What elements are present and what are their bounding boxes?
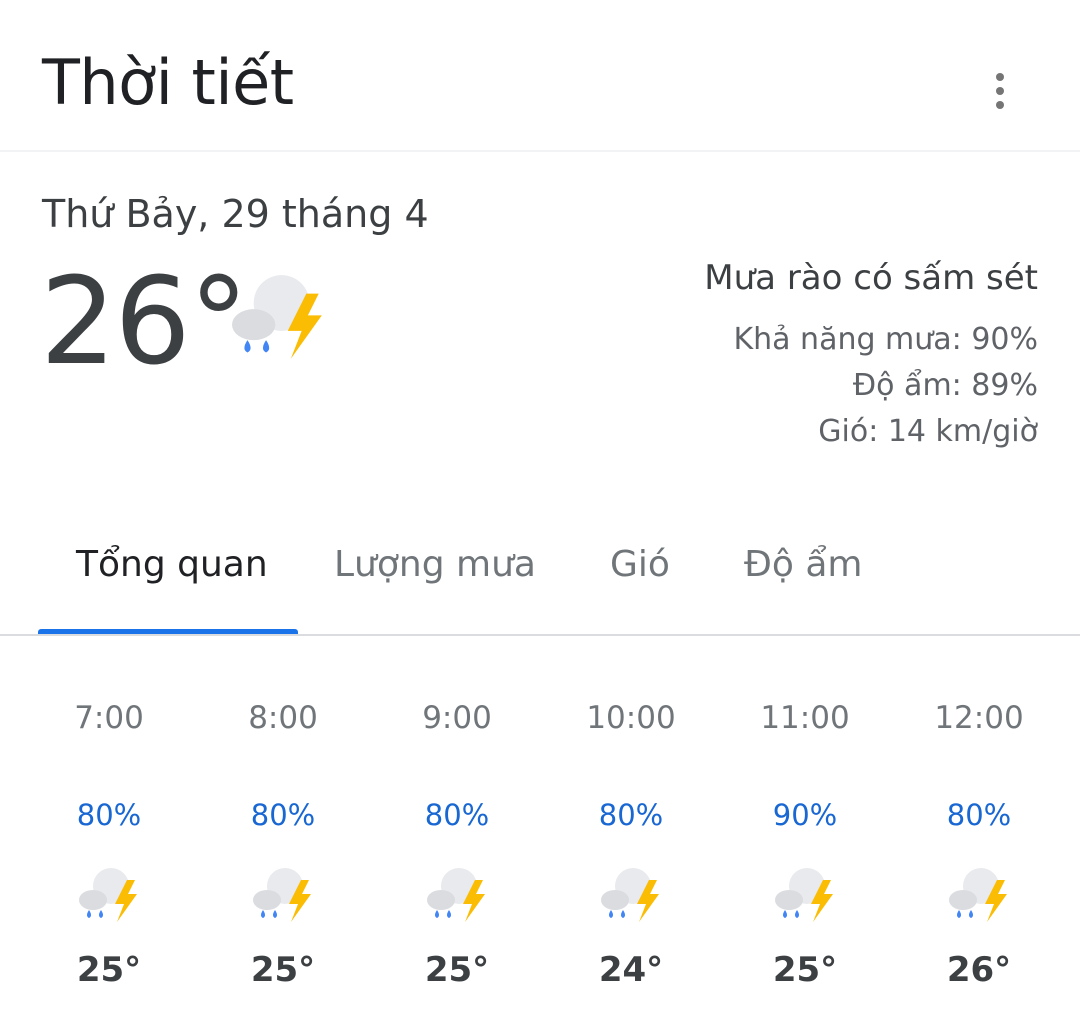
hour-precip: 80% xyxy=(424,798,490,832)
thunderstorm-rain-icon xyxy=(79,868,137,922)
hour-temp: 24° xyxy=(598,950,664,990)
hourly-item[interactable]: 12:00 80% 26° xyxy=(909,700,1049,1000)
page-title: Thời tiết xyxy=(42,46,294,119)
current-condition: Mưa rào có sấm sét xyxy=(704,258,1038,298)
hour-precip: 80% xyxy=(76,798,142,832)
hour-temp: 25° xyxy=(250,950,316,990)
hour-time: 8:00 xyxy=(248,700,318,736)
header-divider xyxy=(0,150,1080,152)
current-date: Thứ Bảy, 29 tháng 4 xyxy=(42,192,429,236)
thunderstorm-rain-icon xyxy=(427,868,485,922)
hour-temp: 25° xyxy=(424,950,490,990)
hour-precip: 80% xyxy=(250,798,316,832)
hourly-item[interactable]: 8:00 80% 25° xyxy=(213,700,353,1000)
current-temperature: 26° xyxy=(40,253,249,392)
thunderstorm-rain-icon xyxy=(775,868,833,922)
tabs-divider xyxy=(0,634,1080,636)
tab-precipitation[interactable]: Lượng mưa xyxy=(334,544,536,585)
hour-temp: 25° xyxy=(76,950,142,990)
hour-time: 10:00 xyxy=(586,700,676,736)
hour-precip: 80% xyxy=(946,798,1012,832)
thunderstorm-rain-icon xyxy=(253,868,311,922)
app-header: Thời tiết xyxy=(0,0,1080,150)
hour-time: 9:00 xyxy=(422,700,492,736)
precip-chance: Khả năng mưa: 90% xyxy=(733,322,1038,357)
hour-time: 11:00 xyxy=(760,700,850,736)
hourly-item[interactable]: 9:00 80% 25° xyxy=(387,700,527,1000)
hour-time: 12:00 xyxy=(934,700,1024,736)
thunderstorm-rain-icon xyxy=(949,868,1007,922)
hour-precip: 90% xyxy=(772,798,838,832)
hour-precip: 80% xyxy=(598,798,664,832)
humidity: Độ ẩm: 89% xyxy=(852,368,1038,403)
hour-temp: 25° xyxy=(772,950,838,990)
hourly-item[interactable]: 11:00 90% 25° xyxy=(735,700,875,1000)
wind: Gió: 14 km/giờ xyxy=(818,414,1038,449)
more-vert-icon[interactable] xyxy=(980,66,1020,116)
thunderstorm-rain-icon xyxy=(601,868,659,922)
hourly-item[interactable]: 10:00 80% 24° xyxy=(561,700,701,1000)
hour-temp: 26° xyxy=(946,950,1012,990)
tab-humidity[interactable]: Độ ẩm xyxy=(744,544,863,585)
hour-time: 7:00 xyxy=(74,700,144,736)
tab-overview[interactable]: Tổng quan xyxy=(76,544,268,585)
thunderstorm-rain-icon xyxy=(232,275,322,359)
hourly-item[interactable]: 7:00 80% 25° xyxy=(39,700,179,1000)
tab-wind[interactable]: Gió xyxy=(610,544,670,585)
tab-bar: Tổng quan Lượng mưa Gió Độ ẩm xyxy=(0,520,1080,636)
